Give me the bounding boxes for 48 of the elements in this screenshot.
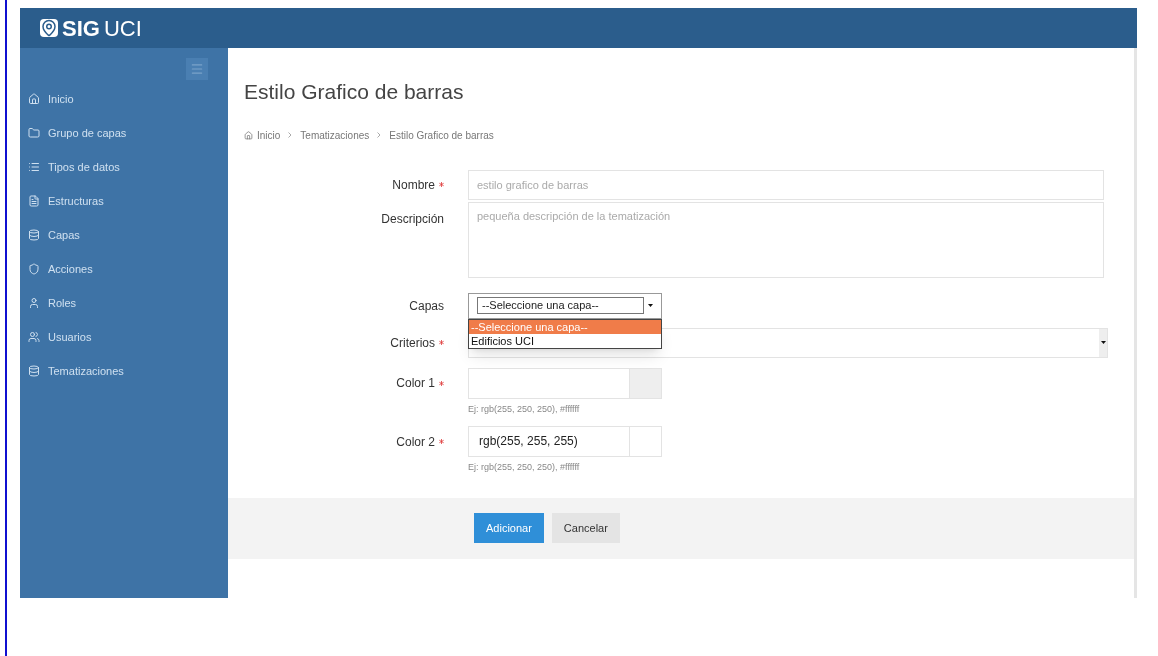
sidebar-item[interactable]: Inicio	[20, 82, 228, 116]
chevron-right-icon	[377, 132, 382, 138]
hint-text: Ej: rgb(255, 250, 250), #ffffff	[468, 402, 581, 416]
home-icon	[244, 130, 253, 140]
folder-icon	[28, 127, 40, 139]
list-icon	[28, 161, 40, 173]
color-input[interactable]: rgb(255, 255, 255)	[468, 426, 662, 457]
sidebar-item[interactable]: Roles	[20, 286, 228, 320]
hint-text: Ej: rgb(255, 250, 250), #ffffff	[468, 461, 581, 474]
map-pin-icon	[40, 19, 58, 37]
select-arrow-button[interactable]	[1099, 328, 1107, 357]
shield-icon	[28, 263, 40, 275]
menu-toggle-button[interactable]	[186, 58, 208, 80]
cancel-button[interactable]: Cancelar	[551, 513, 620, 543]
layer-select[interactable]: --Seleccione una capa--	[468, 292, 662, 319]
description-textarea[interactable]: pequeña descripción de la tematización	[468, 201, 1104, 278]
field-label: Descripción	[381, 210, 444, 228]
home-icon	[28, 93, 40, 105]
field-label: Color 1	[396, 375, 435, 392]
field-label: Capas	[409, 297, 444, 315]
database-icon	[28, 229, 40, 241]
color-input[interactable]	[468, 367, 662, 399]
dropdown-option[interactable]: --Seleccione una capa--	[469, 319, 661, 334]
sidebar-item[interactable]: Estructuras	[20, 184, 228, 218]
sidebar-item[interactable]: Capas	[20, 218, 228, 252]
page-title: Estilo Grafico de barras	[244, 79, 464, 105]
sidebar-item[interactable]: Tematizaciones	[20, 354, 228, 388]
database-icon	[28, 365, 40, 377]
name-input[interactable]: estilo grafico de barras	[468, 169, 1104, 200]
users-icon	[28, 331, 40, 343]
sidebar-item[interactable]: Usuarios	[20, 320, 228, 354]
logo: SIG UCI	[40, 11, 142, 45]
document-icon	[28, 195, 40, 207]
caret-icon	[1100, 341, 1106, 344]
user-icon	[28, 297, 40, 309]
field-label: Color 2	[396, 433, 435, 451]
field-label: Criterios	[390, 334, 435, 352]
caret-icon	[648, 304, 653, 307]
breadcrumb-link[interactable]: Inicio	[257, 127, 281, 143]
sidebar-item[interactable]: Acciones	[20, 252, 228, 286]
menu-icon	[190, 62, 204, 76]
sidebar-item[interactable]: Grupo de capas	[20, 116, 228, 150]
field-label: Nombre	[392, 176, 435, 194]
submit-button[interactable]: Adicionar	[474, 513, 544, 543]
color-swatch[interactable]	[629, 368, 661, 398]
sidebar-item[interactable]: Tipos de datos	[20, 150, 228, 184]
breadcrumb-link[interactable]: Tematizaciones	[300, 127, 370, 143]
chevron-right-icon	[288, 132, 293, 138]
